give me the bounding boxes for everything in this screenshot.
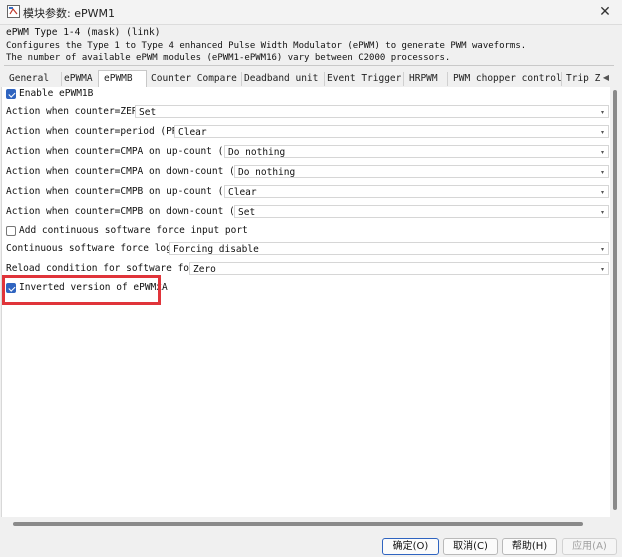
chevron-down-icon: ▾	[601, 189, 605, 196]
parameter-panel: Enable ePWM1B Action when counter=ZERO: …	[1, 87, 610, 517]
description-line: The number of available ePWM modules (eP…	[6, 53, 451, 63]
horizontal-scrollbar[interactable]	[1, 518, 609, 528]
chevron-down-icon: ▾	[601, 169, 605, 176]
enable-epwm1b-checkbox[interactable]	[6, 89, 16, 99]
tab-general[interactable]: General	[4, 72, 62, 86]
tab-event-trigger[interactable]: Event Trigger	[322, 72, 404, 86]
period-action-value: Clear	[178, 127, 207, 138]
simulink-block-icon	[7, 5, 20, 18]
tab-epwma[interactable]: ePWMA	[59, 72, 100, 86]
cad-action-select[interactable]: Do nothing ▾	[234, 165, 609, 178]
cbd-action-label: Action when counter=CMPB on down-count (…	[6, 206, 264, 217]
tab-hrpwm[interactable]: HRPWM	[404, 72, 448, 86]
zero-action-value: Set	[139, 107, 157, 118]
cbd-action-value: Set	[238, 207, 256, 218]
reload-condition-label: Reload condition for software force:	[6, 263, 212, 274]
cbu-action-label: Action when counter=CMPB on up-count (CB…	[6, 186, 252, 197]
chevron-down-icon: ▾	[601, 209, 605, 216]
zero-action-select[interactable]: Set ▾	[135, 105, 609, 118]
inverted-epwmxa-label: Inverted version of ePWMxA	[19, 282, 168, 293]
cau-action-value: Do nothing	[228, 147, 286, 158]
vertical-scroll-thumb[interactable]	[613, 90, 617, 510]
vertical-scrollbar[interactable]	[610, 87, 620, 517]
cancel-button[interactable]: 取消(C)	[443, 538, 498, 555]
chevron-down-icon: ▾	[601, 129, 605, 136]
sw-force-logic-value: Forcing disable	[173, 244, 259, 255]
zero-action-label: Action when counter=ZERO:	[6, 106, 149, 117]
close-button[interactable]: ✕	[592, 1, 618, 23]
reload-condition-select[interactable]: Zero ▾	[189, 262, 609, 275]
cbu-action-select[interactable]: Clear ▾	[224, 185, 609, 198]
window-title: 模块参数: ePWM1	[23, 7, 115, 20]
cau-action-select[interactable]: Do nothing ▾	[224, 145, 609, 158]
cad-action-label: Action when counter=CMPA on down-count (…	[6, 166, 264, 177]
sw-force-logic-label: Continuous software force logic:	[6, 243, 190, 254]
tab-counter-compare[interactable]: Counter Compare	[146, 72, 242, 86]
chevron-down-icon: ▾	[601, 109, 605, 116]
tab-scroll-left-icon[interactable]: ◀	[601, 71, 611, 85]
description-line: Configures the Type 1 to Type 4 enhanced…	[6, 41, 527, 51]
help-button[interactable]: 帮助(H)	[502, 538, 557, 555]
period-action-select[interactable]: Clear ▾	[174, 125, 609, 138]
apply-button[interactable]: 应用(A)	[562, 538, 617, 555]
tab-epwmb[interactable]: ePWMB	[98, 70, 147, 87]
horizontal-scroll-thumb[interactable]	[13, 522, 583, 526]
dialog-buttons: 确定(O) 取消(C) 帮助(H) 应用(A)	[0, 532, 622, 557]
inverted-epwmxa-checkbox[interactable]	[6, 283, 16, 293]
tab-bar: General ePWMA ePWMB Counter Compare Dead…	[4, 70, 608, 88]
tab-deadband-unit[interactable]: Deadband unit	[239, 72, 325, 86]
add-sw-force-checkbox[interactable]	[6, 226, 16, 236]
sw-force-logic-select[interactable]: Forcing disable ▾	[169, 242, 609, 255]
chevron-down-icon: ▾	[601, 246, 605, 253]
cau-action-label: Action when counter=CMPA on up-count (CA…	[6, 146, 252, 157]
tab-trip-zone[interactable]: Trip Z	[561, 72, 606, 86]
description-header: ePWM Type 1-4 (mask) (link)	[6, 27, 161, 38]
cad-action-value: Do nothing	[238, 167, 296, 178]
period-action-label: Action when counter=period (PRD):	[6, 126, 195, 137]
add-sw-force-label: Add continuous software force input port	[19, 225, 248, 236]
chevron-down-icon: ▾	[601, 149, 605, 156]
reload-condition-value: Zero	[193, 264, 216, 275]
separator	[4, 65, 614, 66]
block-description: ePWM Type 1-4 (mask) (link) Configures t…	[6, 26, 614, 64]
title-bar: 模块参数: ePWM1 ✕	[0, 0, 622, 25]
cbd-action-select[interactable]: Set ▾	[234, 205, 609, 218]
ok-button[interactable]: 确定(O)	[382, 538, 439, 555]
chevron-down-icon: ▾	[601, 266, 605, 273]
tab-pwm-chopper-control[interactable]: PWM chopper control	[448, 72, 562, 86]
enable-epwm1b-label: Enable ePWM1B	[19, 88, 94, 99]
cbu-action-value: Clear	[228, 187, 257, 198]
